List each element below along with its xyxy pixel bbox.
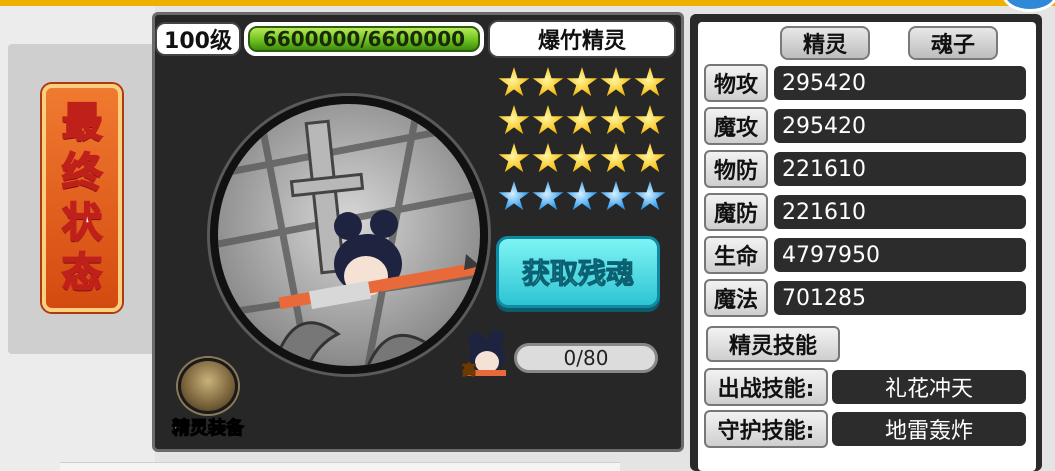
bottom-strip <box>60 462 620 471</box>
top-strip <box>0 0 1055 6</box>
gold-star-icon <box>600 143 632 173</box>
gold-star-icon <box>600 105 632 135</box>
spirit-equipment-button[interactable]: 精灵装备 <box>166 358 250 440</box>
spirit-name: 爆竹精灵 <box>488 20 676 58</box>
grade-label: 高 <box>462 363 477 380</box>
tab-spirit[interactable]: 精灵 <box>780 26 870 60</box>
stat-value-mag-def: 221610 <box>774 195 1026 229</box>
stat-value-mp: 701285 <box>774 281 1026 315</box>
stat-label-mag-def: 魔防 <box>704 193 768 231</box>
crossed-swords-icon <box>178 358 238 414</box>
skill-label-guard: 守护技能: <box>704 410 828 448</box>
gold-star-icon <box>634 67 666 97</box>
stat-label-hp: 生命 <box>704 236 768 274</box>
tab-soul[interactable]: 魂子 <box>908 26 998 60</box>
blue-star-icon <box>566 181 598 211</box>
gold-star-icon <box>532 143 564 173</box>
spirit-portrait-art <box>218 104 480 366</box>
stat-value-mag-atk: 295420 <box>774 109 1026 143</box>
gold-star-icon <box>600 67 632 97</box>
stat-value-hp: 4797950 <box>774 238 1026 272</box>
gold-star-icon <box>532 67 564 97</box>
star-row <box>498 64 668 102</box>
stat-value-phys-atk: 295420 <box>774 66 1026 100</box>
star-row <box>498 140 668 178</box>
star-row <box>498 178 668 216</box>
blue-star-icon <box>600 181 632 211</box>
blue-star-icon <box>634 181 666 211</box>
stat-label-mp: 魔法 <box>704 279 768 317</box>
final-state-button[interactable]: 最 终 状 态 <box>42 84 122 312</box>
gold-star-icon <box>566 67 598 97</box>
hp-bar: 6600000/6600000 <box>244 22 484 56</box>
gold-star-icon <box>634 105 666 135</box>
gold-star-icon <box>566 143 598 173</box>
corner-badge-icon[interactable] <box>1002 0 1055 12</box>
skill-value-guard[interactable]: 地雷轰炸 <box>832 412 1026 446</box>
final-state-char: 终 <box>61 149 103 197</box>
gold-star-icon <box>532 105 564 135</box>
blue-star-icon <box>532 181 564 211</box>
gold-star-icon <box>498 143 530 173</box>
hp-bar-fill: 6600000/6600000 <box>248 26 480 52</box>
stat-label-phys-def: 物防 <box>704 150 768 188</box>
get-soul-button[interactable]: 获取残魂 <box>496 236 660 308</box>
gold-star-icon <box>566 105 598 135</box>
equipment-label: 精灵装备 <box>172 418 245 440</box>
blue-star-icon <box>498 181 530 211</box>
gold-star-icon <box>634 143 666 173</box>
stat-value-phys-def: 221610 <box>774 152 1026 186</box>
gold-star-icon <box>498 67 530 97</box>
stat-label-mag-atk: 魔攻 <box>704 107 768 145</box>
gold-star-icon <box>498 105 530 135</box>
soul-avatar-icon: 高 <box>460 326 512 380</box>
stat-label-phys-atk: 物攻 <box>704 64 768 102</box>
skill-value-battle[interactable]: 礼花冲天 <box>832 370 1026 404</box>
final-state-char: 状 <box>61 199 103 247</box>
spirit-portrait <box>210 96 488 374</box>
soul-progress-bar: 0/80 <box>514 343 658 373</box>
level-badge: 100级 <box>155 22 241 56</box>
final-state-char: 态 <box>61 249 103 297</box>
skills-title: 精灵技能 <box>706 326 840 362</box>
star-rating <box>498 64 668 216</box>
star-row <box>498 102 668 140</box>
skill-label-battle: 出战技能: <box>704 368 828 406</box>
final-state-char: 最 <box>61 99 103 147</box>
